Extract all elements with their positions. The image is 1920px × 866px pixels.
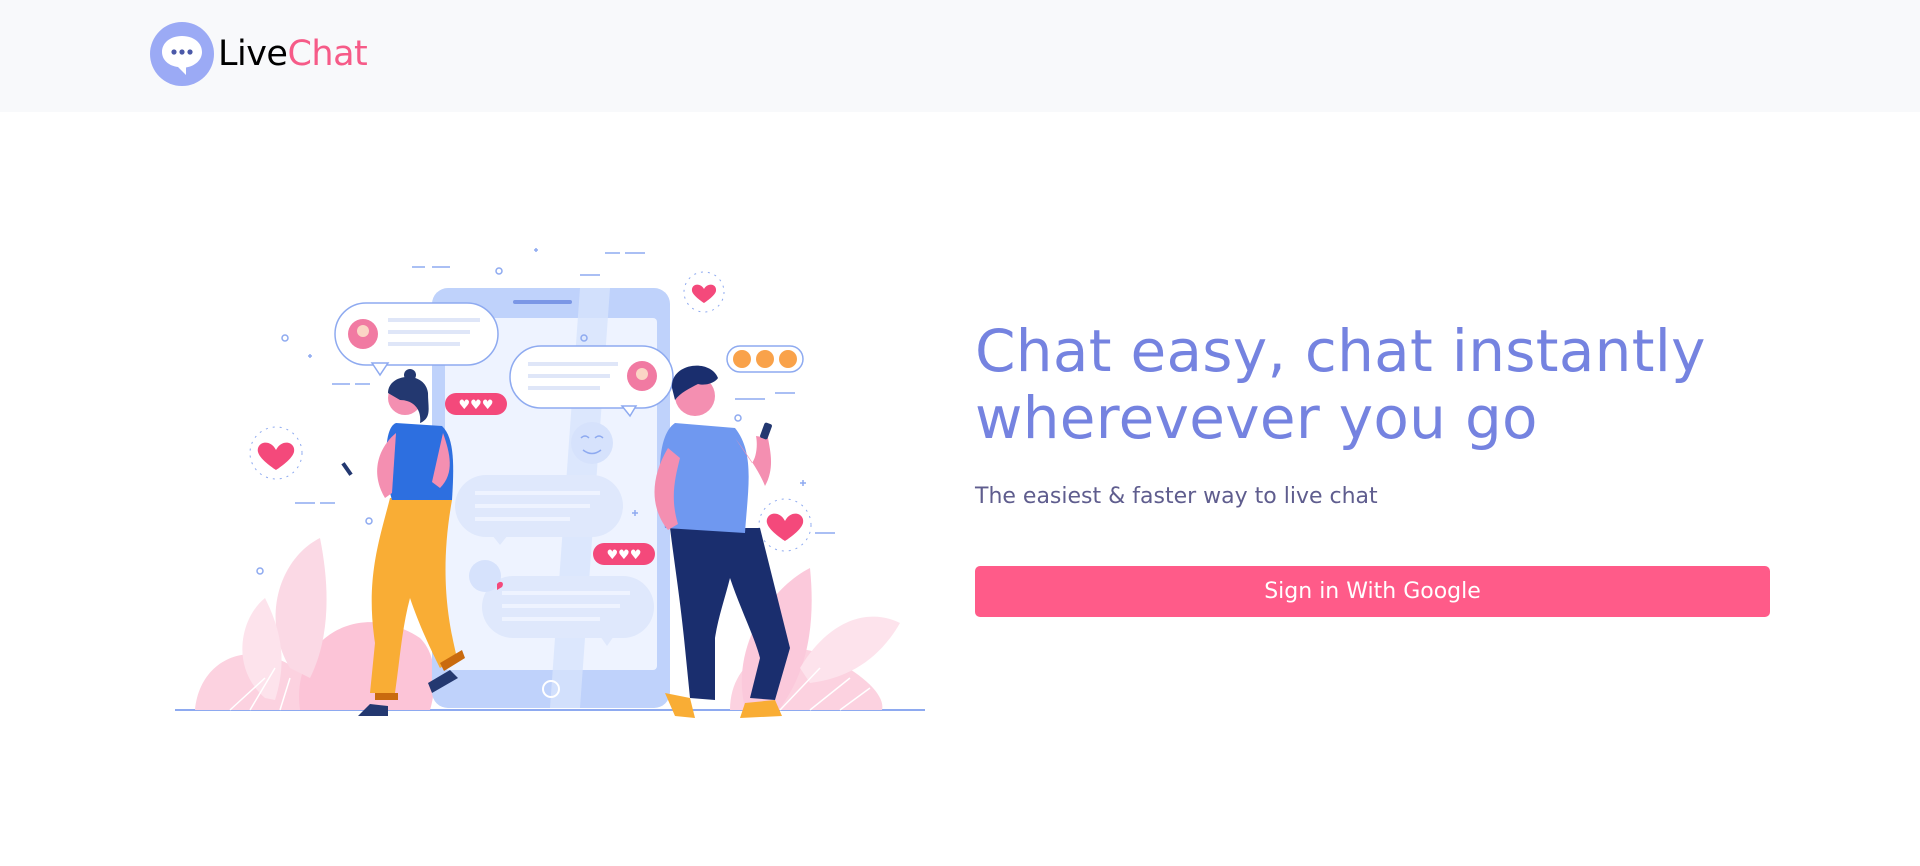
chat-bubble-icon (150, 22, 214, 86)
top-navbar: LiveChat (0, 0, 1920, 112)
hero-illustration: ♥♥♥ ♥♥♥ (175, 248, 925, 718)
brand-name-chat: Chat (287, 33, 368, 74)
hero-headline: Chat easy, chat instantly wherevever you… (975, 317, 1706, 452)
hero-subline: The easiest & faster way to live chat (975, 484, 1378, 509)
svg-text:♥♥♥: ♥♥♥ (459, 398, 494, 413)
svg-text:♥♥♥: ♥♥♥ (607, 548, 642, 563)
brand-name-live: Live (218, 33, 288, 74)
sign-in-google-button[interactable]: Sign in With Google (975, 566, 1770, 617)
man-figure (654, 365, 790, 718)
brand-name: LiveChat (218, 33, 368, 74)
brand-link[interactable]: LiveChat (150, 22, 368, 86)
